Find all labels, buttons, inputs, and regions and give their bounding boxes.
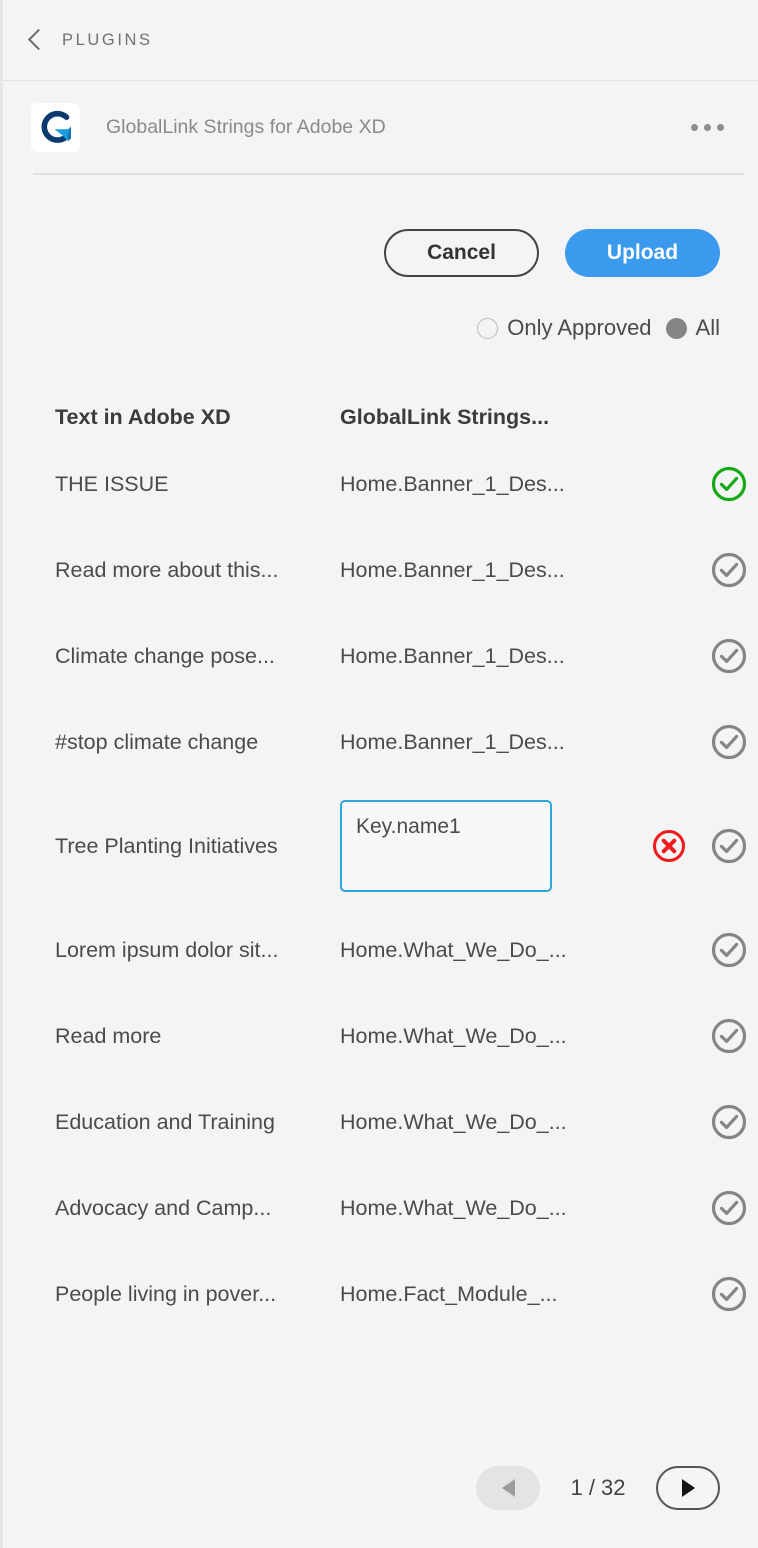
table-row: Climate change pose... Home.Banner_1_Des… bbox=[55, 613, 758, 699]
table-row: Education and Training Home.What_We_Do_.… bbox=[55, 1079, 758, 1165]
key-input[interactable] bbox=[340, 800, 552, 892]
row-target-key[interactable]: Home.Banner_1_Des... bbox=[340, 730, 640, 755]
row-source-text: Tree Planting Initiatives bbox=[55, 833, 278, 858]
row-status-unapproved[interactable] bbox=[698, 1103, 758, 1141]
radio-selected-icon bbox=[665, 317, 687, 339]
row-target-key[interactable]: Home.Banner_1_Des... bbox=[340, 472, 640, 497]
upload-button[interactable]: Upload bbox=[565, 229, 720, 277]
row-source-text: Climate change pose... bbox=[55, 643, 275, 668]
table-header-row: Text in Adobe XD GlobalLink Strings... bbox=[55, 393, 758, 441]
row-target-key[interactable]: Home.Banner_1_Des... bbox=[340, 644, 640, 669]
pagination: 1 / 32 bbox=[3, 1466, 758, 1510]
globallink-logo-icon bbox=[31, 102, 80, 152]
page-count-label: 1 / 32 bbox=[570, 1475, 626, 1500]
row-status-unapproved[interactable] bbox=[698, 1275, 758, 1313]
table-row: People living in pover... Home.Fact_Modu… bbox=[55, 1251, 758, 1337]
radio-all[interactable]: All bbox=[665, 315, 720, 341]
row-source-text: Read more bbox=[55, 1023, 162, 1048]
cancel-button[interactable]: Cancel bbox=[384, 229, 539, 277]
triangle-right-icon bbox=[681, 1479, 695, 1497]
plugin-header: GlobalLink Strings for Adobe XD bbox=[3, 81, 758, 173]
row-error-icon-slot[interactable] bbox=[640, 828, 698, 864]
row-source-text: Lorem ipsum dolor sit... bbox=[55, 937, 279, 962]
triangle-left-icon bbox=[501, 1479, 515, 1497]
previous-page-button[interactable] bbox=[476, 1466, 540, 1510]
row-source-text: Advocacy and Camp... bbox=[55, 1195, 272, 1220]
row-source-text: People living in pover... bbox=[55, 1281, 277, 1306]
table-row-editing: Tree Planting Initiatives bbox=[55, 785, 758, 907]
action-bar: Cancel Upload bbox=[3, 175, 758, 277]
row-target-key[interactable]: Home.What_We_Do_... bbox=[340, 1196, 640, 1221]
row-source-text: Read more about this... bbox=[55, 557, 279, 582]
table-row: Advocacy and Camp... Home.What_We_Do_... bbox=[55, 1165, 758, 1251]
row-target-key[interactable]: Home.What_We_Do_... bbox=[340, 1110, 640, 1135]
row-status-unapproved[interactable] bbox=[698, 723, 758, 761]
row-target-key[interactable]: Home.Banner_1_Des... bbox=[340, 558, 640, 583]
row-target-edit-cell bbox=[340, 800, 640, 892]
radio-unselected-icon bbox=[477, 317, 499, 339]
table-row: THE ISSUE Home.Banner_1_Des... bbox=[55, 441, 758, 527]
row-status-unapproved[interactable] bbox=[698, 827, 758, 865]
filter-radio-group: Only Approved All bbox=[3, 277, 758, 341]
next-page-button[interactable] bbox=[656, 1466, 720, 1510]
kebab-dot bbox=[691, 123, 698, 131]
kebab-dot bbox=[717, 123, 724, 131]
row-status-unapproved[interactable] bbox=[698, 637, 758, 675]
radio-only-approved-label: Only Approved bbox=[507, 315, 652, 340]
plugin-panel: PLUGINS GlobalLink Strings for Adobe XD … bbox=[0, 0, 758, 1548]
row-status-approved[interactable] bbox=[698, 465, 758, 503]
row-status-unapproved[interactable] bbox=[698, 1017, 758, 1055]
table-row: Read more Home.What_We_Do_... bbox=[55, 993, 758, 1079]
row-source-text: Education and Training bbox=[55, 1109, 275, 1134]
radio-only-approved[interactable]: Only Approved bbox=[477, 315, 652, 341]
column-header-source: Text in Adobe XD bbox=[55, 404, 231, 429]
plugin-title: GlobalLink Strings for Adobe XD bbox=[106, 115, 386, 138]
top-bar: PLUGINS bbox=[3, 0, 758, 81]
table-row: #stop climate change Home.Banner_1_Des..… bbox=[55, 699, 758, 785]
row-target-key[interactable]: Home.What_We_Do_... bbox=[340, 938, 640, 963]
back-to-plugins-button[interactable]: PLUGINS bbox=[27, 28, 153, 51]
row-status-unapproved[interactable] bbox=[698, 1189, 758, 1227]
row-status-unapproved[interactable] bbox=[698, 551, 758, 589]
kebab-dot bbox=[704, 123, 711, 131]
row-target-key[interactable]: Home.Fact_Module_... bbox=[340, 1282, 640, 1307]
row-target-key[interactable]: Home.What_We_Do_... bbox=[340, 1024, 640, 1049]
row-source-text: #stop climate change bbox=[55, 729, 259, 754]
error-circle-icon bbox=[652, 829, 686, 863]
table-row: Lorem ipsum dolor sit... Home.What_We_Do… bbox=[55, 907, 758, 993]
kebab-menu-icon[interactable] bbox=[685, 114, 730, 141]
column-header-target: GlobalLink Strings... bbox=[340, 404, 550, 429]
row-source-text: THE ISSUE bbox=[55, 471, 169, 496]
radio-all-label: All bbox=[695, 315, 720, 340]
strings-table: Text in Adobe XD GlobalLink Strings... T… bbox=[3, 393, 758, 1337]
row-status-unapproved[interactable] bbox=[698, 931, 758, 969]
table-row: Read more about this... Home.Banner_1_De… bbox=[55, 527, 758, 613]
back-label: PLUGINS bbox=[62, 30, 153, 49]
chevron-left-icon bbox=[27, 28, 50, 51]
